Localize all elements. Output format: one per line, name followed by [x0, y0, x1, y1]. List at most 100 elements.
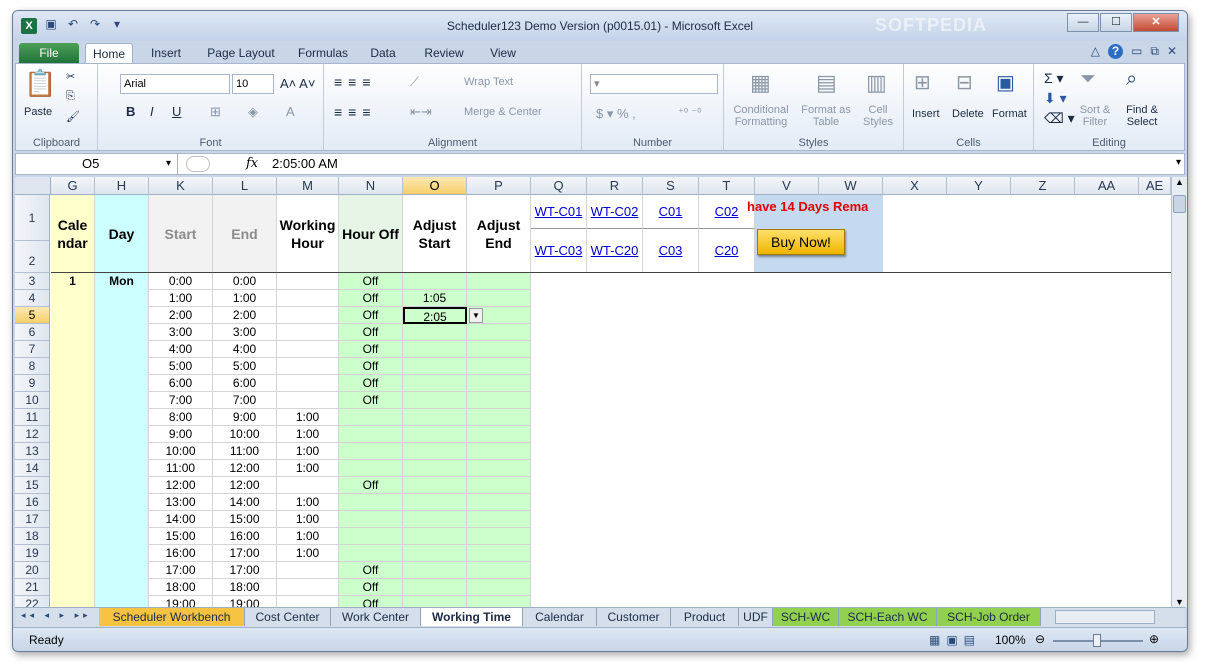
day-cell[interactable] [95, 528, 149, 545]
italic-icon[interactable]: I [150, 104, 154, 119]
column-header-aa[interactable]: AA [1075, 177, 1139, 195]
minimize-button[interactable]: — [1067, 13, 1099, 32]
calendar-cell[interactable] [51, 307, 95, 324]
adjust-end-cell[interactable] [467, 477, 531, 494]
adjust-start-cell[interactable] [403, 443, 467, 460]
link-wt-c02[interactable]: WT-C02 [587, 195, 643, 229]
adjust-start-cell[interactable] [403, 477, 467, 494]
column-header-g[interactable]: G [51, 177, 95, 195]
active-cell-o5[interactable]: 2:05 [403, 307, 467, 324]
calendar-cell[interactable] [51, 409, 95, 426]
end-cell[interactable]: 12:00 [213, 460, 277, 477]
sheet-tab-calendar[interactable]: Calendar [523, 608, 597, 626]
hour-off-cell[interactable]: Off [339, 324, 403, 341]
end-cell[interactable]: 1:00 [213, 290, 277, 307]
clear-icon[interactable]: ⌫ ▾ [1044, 110, 1075, 127]
sheet-tab-customer[interactable]: Customer [597, 608, 671, 626]
collapse-ribbon-icon[interactable]: △ [1091, 44, 1100, 59]
row-header-2[interactable]: 2 [15, 241, 50, 273]
column-header-p[interactable]: P [467, 177, 531, 195]
buy-now-button[interactable]: Buy Now! [757, 229, 845, 255]
start-cell[interactable]: 10:00 [149, 443, 213, 460]
adjust-end-cell[interactable] [467, 596, 531, 607]
borders-icon[interactable]: ⊞ [210, 104, 221, 120]
start-cell[interactable]: 14:00 [149, 511, 213, 528]
start-cell[interactable]: 19:00 [149, 596, 213, 607]
sheet-tab-scheduler-workbench[interactable]: Scheduler Workbench [99, 608, 245, 626]
adjust-start-cell[interactable] [403, 562, 467, 579]
adjust-end-cell[interactable] [467, 443, 531, 460]
calendar-cell[interactable] [51, 579, 95, 596]
calendar-cell[interactable] [51, 324, 95, 341]
conditional-formatting-button[interactable]: Conditional Formatting [728, 104, 794, 128]
name-box-dropdown-icon[interactable]: ▾ [166, 154, 171, 174]
end-cell[interactable]: 17:00 [213, 562, 277, 579]
sheet-tab-sch-each-wc[interactable]: SCH-Each WC [839, 608, 937, 626]
vertical-align-icons[interactable]: ≡≡≡ [334, 74, 377, 90]
adjust-start-cell[interactable] [403, 494, 467, 511]
link-wt-c01[interactable]: WT-C01 [531, 195, 587, 229]
tab-page-layout[interactable]: Page Layout [203, 43, 279, 63]
row-header-4[interactable]: 4 [15, 290, 50, 307]
link-c20[interactable]: C20 [699, 229, 755, 273]
zoom-level[interactable]: 100% [995, 633, 1026, 647]
format-button[interactable]: Format [992, 108, 1027, 120]
hour-off-cell[interactable]: Off [339, 562, 403, 579]
working-hour-cell[interactable] [277, 290, 339, 307]
row-header-9[interactable]: 9 [15, 375, 50, 392]
column-header-m[interactable]: M [277, 177, 339, 195]
workbook-close-icon[interactable]: ✕ [1167, 44, 1177, 59]
row-header-18[interactable]: 18 [15, 528, 50, 545]
sheet-tab-cost-center[interactable]: Cost Center [245, 608, 331, 626]
day-cell[interactable] [95, 443, 149, 460]
end-cell[interactable]: 9:00 [213, 409, 277, 426]
end-cell[interactable]: 11:00 [213, 443, 277, 460]
calendar-cell[interactable] [51, 443, 95, 460]
adjust-end-cell[interactable] [467, 409, 531, 426]
day-cell[interactable]: Mon [95, 273, 149, 290]
start-cell[interactable]: 7:00 [149, 392, 213, 409]
adjust-end-cell[interactable] [467, 290, 531, 307]
column-header-t[interactable]: T [699, 177, 755, 195]
start-cell[interactable]: 1:00 [149, 290, 213, 307]
row-header-1[interactable]: 1 [15, 195, 50, 241]
close-button[interactable]: ✕ [1133, 13, 1179, 32]
sheet-tab-udf[interactable]: UDF [739, 608, 773, 626]
start-cell[interactable]: 8:00 [149, 409, 213, 426]
insert-button[interactable]: Insert [912, 108, 940, 120]
sort-filter-button[interactable]: Sort & Filter [1074, 104, 1116, 128]
adjust-end-cell[interactable] [467, 341, 531, 358]
end-cell[interactable]: 6:00 [213, 375, 277, 392]
row-header-3[interactable]: 3 [15, 273, 50, 290]
tab-insert[interactable]: Insert [143, 43, 189, 63]
vertical-scroll-thumb[interactable] [1173, 195, 1186, 213]
format-table-icon[interactable]: ▤ [816, 70, 837, 96]
day-cell[interactable] [95, 494, 149, 511]
column-header-s[interactable]: S [643, 177, 699, 195]
sort-filter-icon[interactable]: ⏷ [1080, 68, 1096, 91]
hour-off-cell[interactable]: Off [339, 307, 403, 324]
day-cell[interactable] [95, 375, 149, 392]
column-header-ae[interactable]: AE [1139, 177, 1171, 195]
calendar-cell[interactable] [51, 494, 95, 511]
day-cell[interactable] [95, 545, 149, 562]
start-cell[interactable]: 6:00 [149, 375, 213, 392]
insert-function-icon[interactable]: fx [246, 154, 258, 174]
autosum-icon[interactable]: Σ ▾ [1044, 70, 1064, 87]
hour-off-cell[interactable] [339, 528, 403, 545]
sheet-tab-work-center[interactable]: Work Center [331, 608, 421, 626]
delete-button[interactable]: Delete [952, 108, 984, 120]
row-header-12[interactable]: 12 [15, 426, 50, 443]
start-cell[interactable]: 12:00 [149, 477, 213, 494]
hour-off-cell[interactable] [339, 511, 403, 528]
end-cell[interactable]: 2:00 [213, 307, 277, 324]
calendar-cell[interactable] [51, 562, 95, 579]
hour-off-cell[interactable]: Off [339, 596, 403, 607]
row-header-6[interactable]: 6 [15, 324, 50, 341]
working-hour-cell[interactable] [277, 392, 339, 409]
name-box[interactable]: O5 ▾ [16, 154, 178, 174]
calendar-cell[interactable] [51, 477, 95, 494]
tab-home[interactable]: Home [85, 43, 133, 63]
start-cell[interactable]: 3:00 [149, 324, 213, 341]
start-cell[interactable]: 18:00 [149, 579, 213, 596]
